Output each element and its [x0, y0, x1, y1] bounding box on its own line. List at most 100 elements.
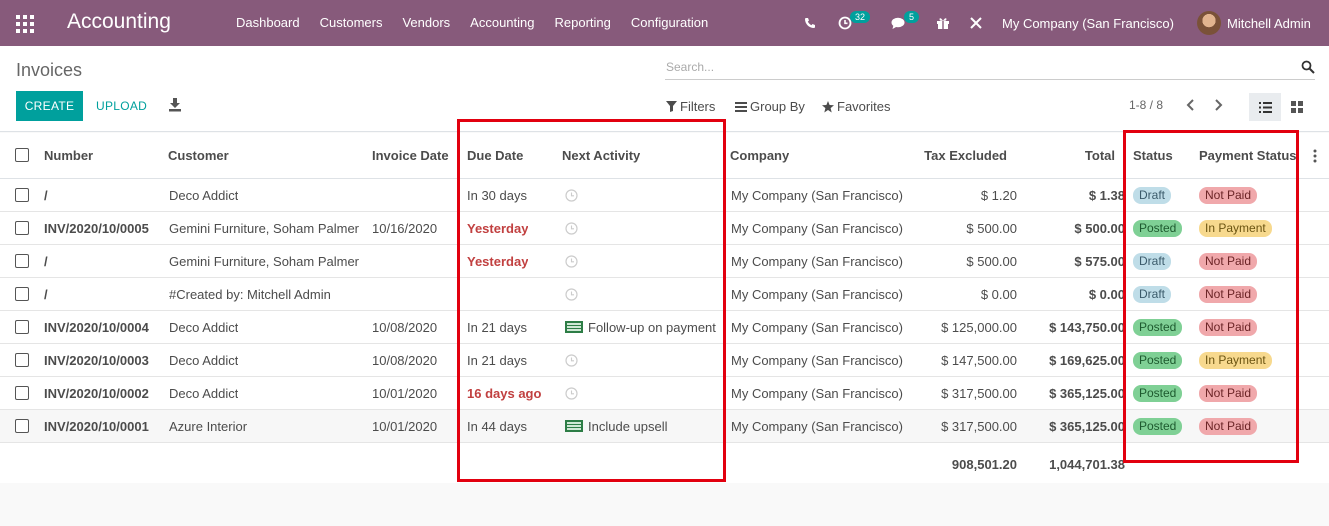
- tax-excluded-amount[interactable]: $ 125,000.00: [900, 311, 1017, 343]
- company-name[interactable]: My Company (San Francisco): [731, 212, 903, 244]
- invoice-number[interactable]: INV/2020/10/0001: [44, 410, 149, 442]
- status-cell[interactable]: Draft: [1133, 278, 1172, 310]
- pager-previous-icon[interactable]: [1184, 97, 1198, 113]
- search-input[interactable]: Search...: [666, 60, 714, 74]
- kanban-view-button[interactable]: [1281, 93, 1313, 121]
- invoice-number[interactable]: INV/2020/10/0002: [44, 377, 149, 409]
- due-date[interactable]: In 21 days: [467, 344, 527, 376]
- company-name[interactable]: My Company (San Francisco): [731, 344, 903, 376]
- company-name[interactable]: My Company (San Francisco): [731, 245, 903, 277]
- due-date[interactable]: Yesterday: [467, 245, 528, 277]
- menu-item-configuration[interactable]: Configuration: [631, 15, 708, 30]
- invoice-number[interactable]: /: [44, 278, 48, 310]
- phone-icon[interactable]: [804, 0, 816, 46]
- menu-item-customers[interactable]: Customers: [320, 15, 383, 30]
- search-icon[interactable]: [1301, 60, 1315, 74]
- table-row[interactable]: INV/2020/10/0004 Deco Addict 10/08/2020 In …: [0, 311, 1329, 344]
- debug-tools-icon[interactable]: [969, 0, 983, 46]
- messages-button[interactable]: 5: [891, 0, 920, 46]
- invoice-date[interactable]: 10/08/2020: [372, 344, 437, 376]
- due-date[interactable]: 16 days ago: [467, 377, 541, 409]
- status-cell[interactable]: Posted: [1133, 212, 1183, 244]
- user-menu[interactable]: Mitchell Admin: [1197, 0, 1311, 46]
- next-activity[interactable]: Include upsell: [565, 410, 668, 442]
- payment-status-cell[interactable]: Not Paid: [1199, 245, 1258, 277]
- table-row[interactable]: INV/2020/10/0001 Azure Interior 10/01/2020…: [0, 410, 1329, 443]
- customer-name[interactable]: Deco Addict: [169, 344, 238, 376]
- invoice-date[interactable]: 10/16/2020: [372, 212, 437, 244]
- clock-icon[interactable]: [565, 386, 578, 400]
- clock-icon[interactable]: [565, 254, 578, 268]
- tax-excluded-amount[interactable]: $ 317,500.00: [900, 410, 1017, 442]
- clock-icon[interactable]: [565, 353, 578, 367]
- invoice-date[interactable]: 10/08/2020: [372, 311, 437, 343]
- invoice-number[interactable]: /: [44, 179, 48, 211]
- company-switcher[interactable]: My Company (San Francisco): [1002, 0, 1174, 46]
- row-checkbox[interactable]: [15, 221, 29, 235]
- menu-item-dashboard[interactable]: Dashboard: [236, 15, 300, 30]
- status-cell[interactable]: Posted: [1133, 311, 1183, 343]
- filters-dropdown[interactable]: Filters: [666, 99, 715, 114]
- status-cell[interactable]: Posted: [1133, 344, 1183, 376]
- upload-button[interactable]: UPLOAD: [96, 99, 147, 113]
- next-activity[interactable]: [565, 179, 578, 211]
- tax-excluded-amount[interactable]: $ 0.00: [900, 278, 1017, 310]
- tax-excluded-amount[interactable]: $ 500.00: [900, 245, 1017, 277]
- total-amount[interactable]: $ 1.38: [1030, 179, 1125, 211]
- table-row[interactable]: / Gemini Furniture, Soham Palmer Yesterday…: [0, 245, 1329, 278]
- create-button[interactable]: CREATE: [16, 91, 83, 121]
- payment-status-cell[interactable]: Not Paid: [1199, 278, 1258, 310]
- tax-excluded-amount[interactable]: $ 317,500.00: [900, 377, 1017, 409]
- column-header-status[interactable]: Status: [1133, 133, 1173, 178]
- column-header-company[interactable]: Company: [730, 133, 789, 178]
- tax-excluded-amount[interactable]: $ 147,500.00: [900, 344, 1017, 376]
- pager-value[interactable]: 1-8 / 8: [1129, 98, 1163, 112]
- company-name[interactable]: My Company (San Francisco): [731, 410, 903, 442]
- customer-name[interactable]: #Created by: Mitchell Admin: [169, 278, 331, 310]
- menu-item-vendors[interactable]: Vendors: [402, 15, 450, 30]
- group-by-dropdown[interactable]: Group By: [735, 99, 805, 114]
- invoice-date[interactable]: 10/01/2020: [372, 377, 437, 409]
- status-cell[interactable]: Posted: [1133, 377, 1183, 409]
- total-amount[interactable]: $ 500.00: [1030, 212, 1125, 244]
- column-header-next-activity[interactable]: Next Activity: [562, 133, 640, 178]
- total-amount[interactable]: $ 169,625.00: [1030, 344, 1125, 376]
- customer-name[interactable]: Gemini Furniture, Soham Palmer: [169, 245, 359, 277]
- row-checkbox[interactable]: [15, 320, 29, 334]
- company-name[interactable]: My Company (San Francisco): [731, 179, 903, 211]
- clock-icon[interactable]: [565, 188, 578, 202]
- download-icon[interactable]: [169, 98, 181, 112]
- row-checkbox[interactable]: [15, 419, 29, 433]
- search-bar[interactable]: Search...: [665, 56, 1315, 80]
- next-activity[interactable]: [565, 344, 578, 376]
- menu-item-accounting[interactable]: Accounting: [470, 15, 534, 30]
- customer-name[interactable]: Gemini Furniture, Soham Palmer: [169, 212, 359, 244]
- payment-status-cell[interactable]: Not Paid: [1199, 410, 1258, 442]
- payment-status-cell[interactable]: Not Paid: [1199, 311, 1258, 343]
- payment-status-cell[interactable]: Not Paid: [1199, 377, 1258, 409]
- due-date[interactable]: In 21 days: [467, 311, 527, 343]
- table-row[interactable]: / #Created by: Mitchell Admin My Company (…: [0, 278, 1329, 311]
- apps-menu-icon[interactable]: [16, 15, 34, 33]
- due-date[interactable]: Yesterday: [467, 212, 528, 244]
- customer-name[interactable]: Azure Interior: [169, 410, 247, 442]
- clock-icon[interactable]: [565, 221, 578, 235]
- list-view-button[interactable]: [1249, 93, 1281, 121]
- total-amount[interactable]: $ 365,125.00: [1030, 410, 1125, 442]
- next-activity[interactable]: [565, 278, 578, 310]
- pager-next-icon[interactable]: [1211, 97, 1225, 113]
- row-checkbox[interactable]: [15, 287, 29, 301]
- tax-excluded-amount[interactable]: $ 500.00: [900, 212, 1017, 244]
- column-header-customer[interactable]: Customer: [168, 133, 229, 178]
- table-row[interactable]: / Deco Addict In 30 days My Company (San Fr…: [0, 179, 1329, 212]
- total-amount[interactable]: $ 143,750.00: [1030, 311, 1125, 343]
- table-row[interactable]: INV/2020/10/0005 Gemini Furniture, Soham …: [0, 212, 1329, 245]
- activity-button[interactable]: 32: [838, 0, 871, 46]
- payment-status-cell[interactable]: Not Paid: [1199, 179, 1258, 211]
- select-all-checkbox[interactable]: [15, 148, 29, 162]
- total-amount[interactable]: $ 0.00: [1030, 278, 1125, 310]
- invoice-number[interactable]: INV/2020/10/0003: [44, 344, 149, 376]
- favorites-dropdown[interactable]: Favorites: [822, 99, 890, 114]
- column-header-due-date[interactable]: Due Date: [467, 133, 523, 178]
- next-activity[interactable]: [565, 212, 578, 244]
